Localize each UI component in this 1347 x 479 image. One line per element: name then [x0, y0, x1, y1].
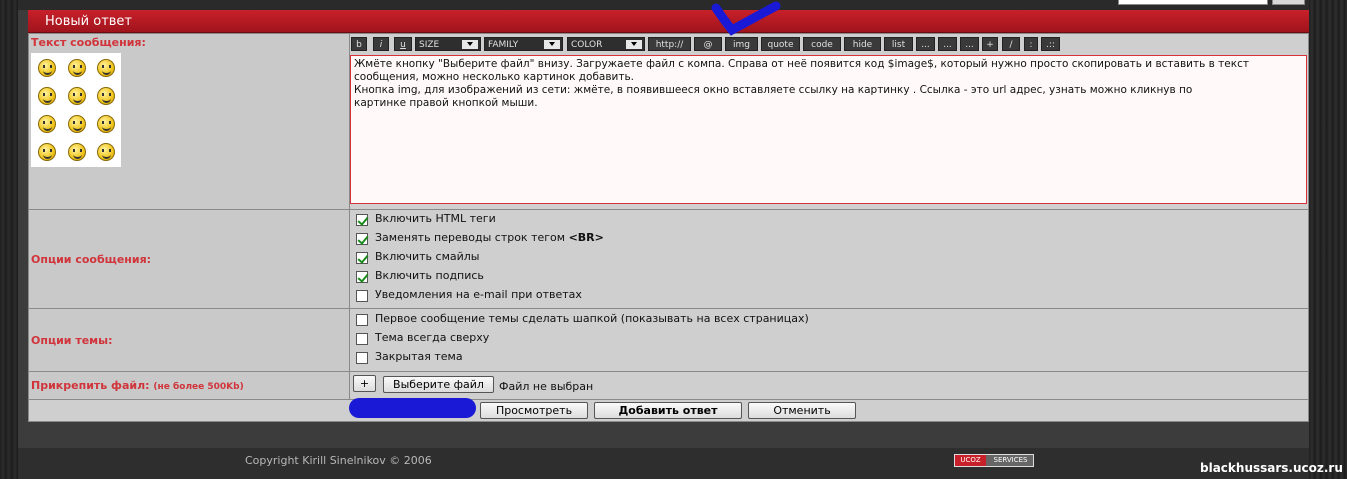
submit-reply-button[interactable]: Добавить ответ	[594, 402, 742, 419]
family-select-label: FAMILY	[488, 40, 519, 50]
underline-button[interactable]: u	[394, 37, 412, 51]
copyright-text: Copyright Kirill Sinelnikov © 2006	[245, 454, 432, 467]
hide-button[interactable]: hide	[844, 37, 881, 51]
code-button[interactable]: code	[803, 37, 841, 51]
extra-button-2[interactable]: ...	[938, 37, 957, 51]
html-tags-checkbox[interactable]	[356, 214, 368, 226]
message-text-label: Текст сообщения:	[31, 36, 146, 49]
smile-icon[interactable]	[68, 87, 86, 105]
left-background	[0, 0, 18, 479]
footer: Copyright Kirill Sinelnikov © 2006 UCOZ …	[18, 448, 1309, 479]
chevron-down-icon	[544, 40, 560, 49]
color-select-label: COLOR	[571, 40, 603, 50]
url-button[interactable]: http://	[648, 37, 691, 51]
smile-icon[interactable]	[38, 87, 56, 105]
top-search-button[interactable]	[1272, 0, 1305, 5]
italic-button[interactable]: i	[373, 37, 389, 51]
message-textarea[interactable]	[350, 55, 1307, 204]
smile-icon[interactable]	[97, 87, 115, 105]
smiles-checkbox[interactable]	[356, 252, 368, 264]
line-breaks-label: Заменять переводы строк тегом <BR>	[375, 231, 604, 244]
sticky-topic-label: Тема всегда сверху	[375, 331, 490, 344]
colon-button[interactable]: :	[1024, 37, 1038, 51]
email-notify-checkbox[interactable]	[356, 290, 368, 302]
smile-icon[interactable]	[68, 59, 86, 77]
color-select[interactable]: COLOR	[567, 37, 645, 51]
add-file-button[interactable]: +	[353, 375, 376, 392]
smile-icon[interactable]	[68, 143, 86, 161]
closed-topic-label: Закрытая тема	[375, 350, 463, 363]
preview-button[interactable]: Просмотреть	[480, 402, 588, 419]
smile-icon[interactable]	[97, 115, 115, 133]
top-strip	[18, 0, 1309, 10]
panel-title: Новый ответ	[28, 10, 1309, 33]
plus-button[interactable]: +	[982, 37, 998, 51]
smile-icon[interactable]	[38, 143, 56, 161]
chevron-down-icon	[462, 40, 478, 49]
message-options-label: Опции сообщения:	[28, 209, 350, 309]
ucoz-badge[interactable]: UCOZ SERVICES	[954, 454, 1034, 467]
cancel-button[interactable]: Отменить	[748, 402, 856, 419]
signature-label: Включить подпись	[375, 269, 484, 282]
extra-button-1[interactable]: ...	[916, 37, 935, 51]
smile-icon[interactable]	[97, 59, 115, 77]
extra-button-3[interactable]: ...	[960, 37, 979, 51]
line-breaks-checkbox[interactable]	[356, 233, 368, 245]
smile-icon[interactable]	[38, 59, 56, 77]
html-tags-label: Включить HTML теги	[375, 212, 496, 225]
pin-first-post-checkbox[interactable]	[356, 314, 368, 326]
smile-icon[interactable]	[68, 115, 86, 133]
size-select-label: SIZE	[419, 40, 440, 50]
topic-options-label: Опции темы:	[28, 308, 350, 372]
smiles-label: Включить смайлы	[375, 250, 480, 263]
ucoz-badge-right: SERVICES	[993, 456, 1028, 464]
choose-file-button[interactable]: Выберите файл	[383, 376, 494, 393]
smile-icon[interactable]	[97, 143, 115, 161]
email-notify-label: Уведомления на e-mail при ответах	[375, 288, 582, 301]
attach-label-cell: Прикрепить файл: (не более 500Kb)	[28, 371, 350, 400]
list-button[interactable]: list	[884, 37, 913, 51]
annotation-blob	[349, 398, 476, 418]
bold-button[interactable]: b	[351, 37, 367, 51]
file-status: Файл не выбран	[499, 380, 594, 393]
attach-file-label: Прикрепить файл:	[31, 379, 150, 392]
ucoz-badge-left: UCOZ	[955, 455, 986, 466]
slash-button[interactable]: /	[1002, 37, 1020, 51]
right-background	[1309, 0, 1347, 479]
annotation-checkmark	[711, 1, 781, 36]
closed-topic-checkbox[interactable]	[356, 352, 368, 364]
smile-icon[interactable]	[38, 115, 56, 133]
smiles-panel	[31, 53, 121, 167]
dots-button[interactable]: .::	[1041, 37, 1060, 51]
top-search-input[interactable]	[1118, 0, 1268, 5]
chevron-down-icon	[626, 40, 642, 49]
attach-size-note: (не более 500Kb)	[153, 382, 244, 392]
site-watermark: blackhussars.ucoz.ru	[1200, 461, 1343, 475]
message-label-cell: Текст сообщения:	[28, 33, 350, 210]
size-select[interactable]: SIZE	[415, 37, 481, 51]
sticky-topic-checkbox[interactable]	[356, 333, 368, 345]
pin-first-post-label: Первое сообщение темы сделать шапкой (по…	[375, 312, 809, 325]
signature-checkbox[interactable]	[356, 271, 368, 283]
family-select[interactable]: FAMILY	[484, 37, 563, 51]
